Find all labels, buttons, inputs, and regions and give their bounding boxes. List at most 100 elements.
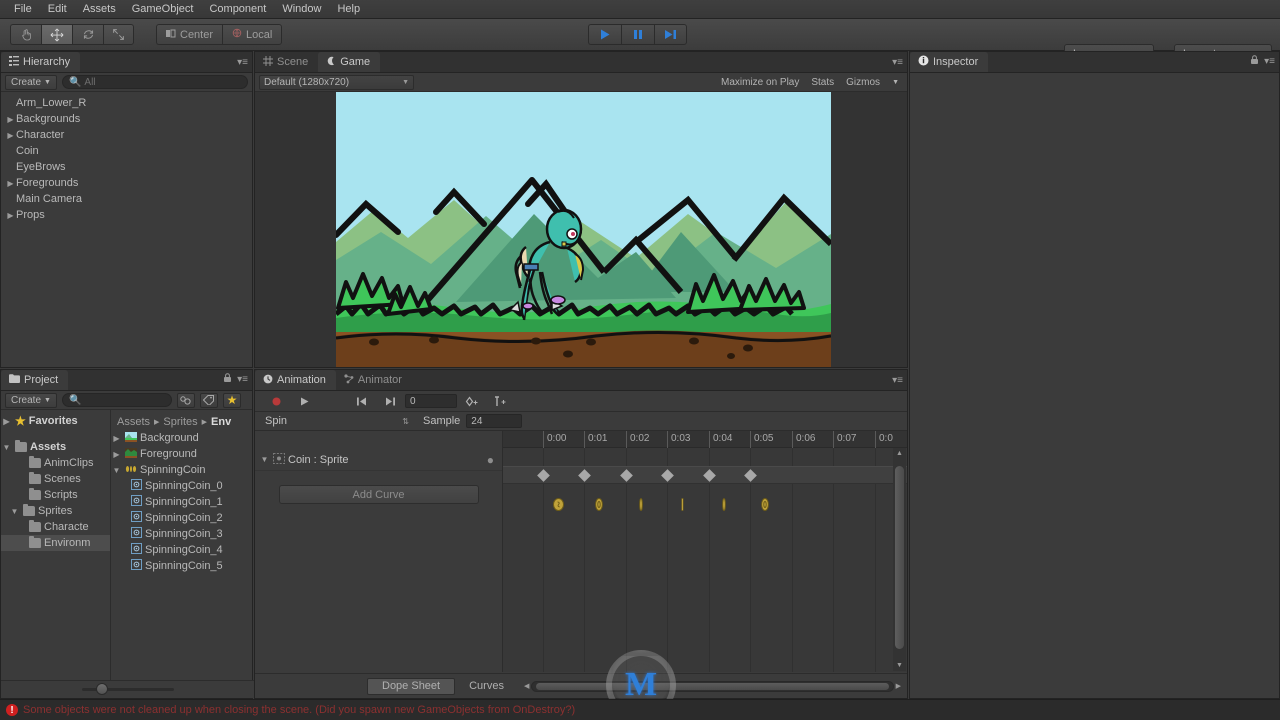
filter-by-label-button[interactable] — [199, 392, 218, 408]
panel-menu-icon[interactable]: ▾≡ — [237, 374, 248, 385]
preview-play-button[interactable] — [291, 393, 317, 410]
curves-tab[interactable]: Curves — [455, 678, 518, 695]
panel-menu-icon[interactable]: ▾≡ — [892, 57, 903, 68]
panel-menu-icon[interactable]: ▾≡ — [237, 57, 248, 68]
hierarchy-item-character[interactable]: ▶ Character — [1, 127, 252, 143]
sprite-keyframe-4[interactable] — [715, 495, 733, 513]
scroll-right-icon[interactable]: ▶ — [896, 682, 901, 690]
maximize-on-play-button[interactable]: Maximize on Play — [715, 74, 805, 91]
move-tool-icon[interactable] — [41, 24, 72, 45]
track-options-icon[interactable]: ● — [487, 453, 494, 467]
prev-keyframe-button[interactable] — [349, 393, 375, 410]
menu-item-help[interactable]: Help — [329, 0, 368, 19]
play-button[interactable] — [588, 24, 621, 45]
chevron-down-icon[interactable]: ▼ — [111, 466, 122, 475]
asset-item-spinningcoin[interactable]: ▼ SpinningCoin — [111, 462, 252, 478]
animation-tab-menu[interactable]: ▾≡ — [892, 375, 903, 386]
sprite-keyframe-1[interactable] — [590, 495, 608, 513]
hierarchy-create-button[interactable]: Create ▼ — [5, 74, 57, 90]
game-render-canvas[interactable] — [255, 92, 907, 367]
gameview-tab-menu[interactable]: ▾≡ — [892, 57, 903, 68]
tab-animation[interactable]: Animation — [255, 370, 336, 390]
tab-inspector[interactable]: Inspector — [910, 52, 989, 72]
scroll-left-icon[interactable]: ◀ — [524, 682, 529, 690]
project-zoom-slider[interactable] — [1, 680, 254, 698]
sprite-keyframe-2[interactable] — [632, 495, 650, 513]
asset-item-spinningcoin-5[interactable]: SpinningCoin_5 — [111, 558, 252, 574]
status-bar[interactable]: ! Some objects were not cleaned up when … — [0, 699, 1280, 720]
keyframe-diamond[interactable] — [703, 469, 716, 482]
chevron-right-icon[interactable]: ▶ — [5, 131, 16, 140]
clip-dropdown[interactable]: Spin ⇅ — [261, 414, 413, 429]
menu-item-component[interactable]: Component — [201, 0, 274, 19]
hand-tool-icon[interactable] — [10, 24, 41, 45]
asset-item-spinningcoin-0[interactable]: SpinningCoin_0 — [111, 478, 252, 494]
filter-by-type-button[interactable] — [176, 392, 195, 408]
horizontal-scroll-track[interactable] — [531, 680, 894, 692]
pause-button[interactable] — [621, 24, 654, 45]
asset-item-spinningcoin-4[interactable]: SpinningCoin_4 — [111, 542, 252, 558]
project-create-button[interactable]: Create ▼ — [5, 392, 57, 408]
space-mode-button[interactable]: Local — [222, 24, 283, 45]
hierarchy-item-foregrounds[interactable]: ▶ Foregrounds — [1, 175, 252, 191]
zoom-slider-track[interactable] — [81, 683, 174, 695]
dope-sheet-tab[interactable]: Dope Sheet — [367, 677, 456, 695]
menu-item-gameobject[interactable]: GameObject — [124, 0, 202, 19]
project-tree-sprites[interactable]: ▼ Sprites — [1, 503, 110, 519]
step-button[interactable] — [654, 24, 687, 45]
project-search-input[interactable]: 🔍 — [61, 393, 172, 407]
chevron-right-icon[interactable]: ▶ — [111, 450, 122, 459]
hierarchy-item-backgrounds[interactable]: ▶ Backgrounds — [1, 111, 252, 127]
sample-rate-input[interactable]: 24 — [466, 414, 523, 428]
pivot-mode-button[interactable]: Center — [156, 24, 223, 45]
stats-button[interactable]: Stats — [805, 74, 840, 91]
project-tree-characters[interactable]: Characte — [1, 519, 110, 535]
project-favorites-row[interactable]: ▶ ★ Favorites — [1, 413, 110, 429]
favorites-star-button[interactable]: ★ — [222, 392, 241, 408]
chevron-down-icon[interactable]: ▼ — [9, 507, 20, 516]
keyframe-diamond[interactable] — [661, 469, 674, 482]
keyframe-diamond[interactable] — [744, 469, 757, 482]
tab-game[interactable]: Game — [318, 52, 381, 72]
dope-timeline[interactable]: 0:00 0:01 0:02 0:03 0:04 0:05 0:06 0:07 … — [503, 431, 907, 672]
keyframe-diamond[interactable] — [578, 469, 591, 482]
tab-project[interactable]: Project — [1, 370, 69, 390]
asset-item-foreground[interactable]: ▶ Foreground — [111, 446, 252, 462]
menu-item-edit[interactable]: Edit — [40, 0, 75, 19]
project-tree-environment[interactable]: Environm — [1, 535, 110, 551]
menu-item-file[interactable]: File — [6, 0, 40, 19]
menu-item-window[interactable]: Window — [274, 0, 329, 19]
chevron-right-icon[interactable]: ▶ — [5, 115, 16, 124]
asset-item-spinningcoin-2[interactable]: SpinningCoin_2 — [111, 510, 252, 526]
project-tree-assets[interactable]: ▼ Assets — [1, 439, 110, 455]
asset-item-spinningcoin-1[interactable]: SpinningCoin_1 — [111, 494, 252, 510]
scroll-up-icon[interactable]: ▲ — [896, 450, 903, 457]
chevron-right-icon[interactable]: ▶ — [111, 434, 122, 443]
tab-hierarchy[interactable]: Hierarchy — [1, 52, 81, 72]
vertical-scroll-thumb[interactable] — [895, 466, 904, 649]
lock-icon[interactable] — [223, 373, 232, 386]
current-frame-input[interactable]: 0 — [405, 394, 457, 408]
gizmos-dropdown-icon[interactable]: ▼ — [886, 74, 907, 91]
tab-scene[interactable]: Scene — [255, 52, 318, 72]
timeline-vertical-scrollbar[interactable]: ▲ ▼ — [893, 448, 906, 671]
hierarchy-item-coin[interactable]: Coin — [1, 143, 252, 159]
panel-menu-icon[interactable]: ▾≡ — [892, 375, 903, 386]
horizontal-scroll-thumb[interactable] — [536, 682, 889, 690]
asset-item-spinningcoin-3[interactable]: SpinningCoin_3 — [111, 526, 252, 542]
timeline-horizontal-scrollbar[interactable]: ◀ ▶ — [524, 680, 901, 693]
rotate-tool-icon[interactable] — [72, 24, 103, 45]
record-button[interactable] — [263, 393, 289, 410]
timeline-ruler[interactable]: 0:00 0:01 0:02 0:03 0:04 0:05 0:06 0:07 … — [503, 431, 907, 448]
chevron-down-icon[interactable]: ▼ — [259, 455, 270, 464]
keyframe-diamond[interactable] — [537, 469, 550, 482]
zoom-slider-handle[interactable] — [95, 683, 108, 695]
asset-item-background[interactable]: ▶ Background — [111, 430, 252, 446]
panel-menu-icon[interactable]: ▾≡ — [1264, 56, 1275, 67]
project-tree-animclips[interactable]: AnimClips — [1, 455, 110, 471]
sprite-keyframe-0[interactable] — [549, 495, 567, 513]
sprite-keyframe-5[interactable] — [756, 495, 774, 513]
scroll-down-icon[interactable]: ▼ — [896, 662, 903, 669]
add-event-button[interactable] — [487, 393, 513, 410]
hierarchy-search-input[interactable]: 🔍 All — [61, 75, 248, 89]
